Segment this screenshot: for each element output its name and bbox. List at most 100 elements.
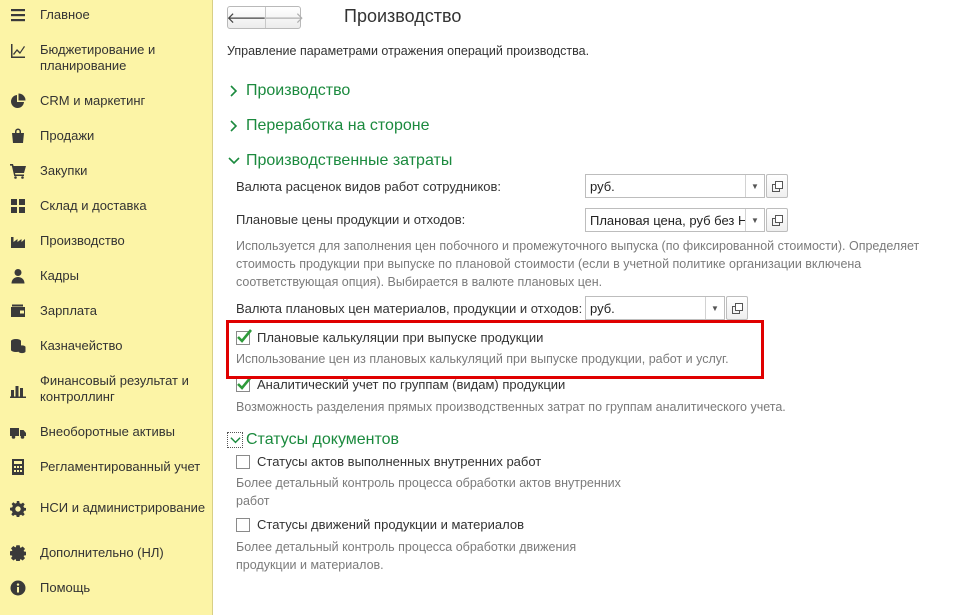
- section-label: Производственные затраты: [246, 152, 453, 169]
- sidebar-item-crm[interactable]: CRM и маркетинг: [0, 92, 213, 110]
- sidebar-item-label: Помощь: [40, 580, 91, 595]
- factory-icon: [9, 232, 27, 250]
- checkbox-label: Статусы движений продукции и материалов: [257, 517, 524, 532]
- sidebar-item-label: Внеоборотные активы: [40, 424, 176, 439]
- info-icon: [9, 579, 27, 597]
- chevron-right-icon: [228, 120, 246, 132]
- analytic-accounting-hint: Возможность разделения прямых производст…: [236, 400, 786, 414]
- section-production-costs[interactable]: Производственные затраты: [228, 152, 452, 170]
- open-window-icon: [771, 214, 783, 226]
- sidebar-item-treasury[interactable]: Казначейство: [0, 337, 213, 355]
- planned-prices-field[interactable]: Плановая цена, руб без Н ▼: [585, 208, 765, 232]
- sidebar-item-salary[interactable]: Зарплата: [0, 302, 213, 320]
- dropdown-arrow-icon[interactable]: ▼: [745, 175, 764, 197]
- sidebar-item-fixed-assets[interactable]: Внеоборотные активы: [0, 423, 213, 441]
- sidebar-item-label: Регламентированный учет: [40, 459, 201, 474]
- dropdown-arrow-icon[interactable]: ▼: [745, 209, 764, 231]
- sidebar-item-label: Склад и доставка: [40, 198, 147, 213]
- sidebar-item-label: Закупки: [40, 163, 88, 178]
- main-panel: 🡐 🡒 Производство Управление параметрами …: [214, 0, 966, 615]
- planned-prices-hint: Используется для заполнения цен побочног…: [236, 239, 920, 289]
- calculator-icon: [9, 458, 27, 476]
- dropdown-arrow-icon[interactable]: ▼: [705, 297, 724, 319]
- chevron-down-icon: [227, 432, 243, 448]
- acts-status-hint: Более детальный контроль процесса обрабо…: [236, 476, 621, 508]
- sidebar-item-financial-result[interactable]: Финансовый результат и контроллинг: [0, 373, 213, 405]
- sidebar-item-label: Бюджетирование и планирование: [40, 42, 156, 73]
- checkbox-label: Статусы актов выполненных внутренних раб…: [257, 454, 542, 469]
- rates-currency-value: руб.: [590, 179, 615, 194]
- open-button[interactable]: [766, 174, 788, 198]
- sidebar-item-warehouse[interactable]: Склад и доставка: [0, 197, 213, 215]
- cart-icon: [9, 162, 27, 180]
- open-button[interactable]: [766, 208, 788, 232]
- pie-icon: [9, 92, 27, 110]
- planned-prices-value: Плановая цена, руб без Н: [590, 213, 745, 228]
- section-label: Переработка на стороне: [246, 117, 430, 134]
- sidebar-item-extra[interactable]: Дополнительно (НЛ): [0, 544, 213, 562]
- planned-prices-label: Плановые цены продукции и отходов:: [236, 212, 466, 227]
- section-outsourcing[interactable]: Переработка на стороне: [228, 117, 429, 135]
- analytic-accounting-checkbox[interactable]: Аналитический учет по группам (видам) пр…: [236, 375, 566, 392]
- sidebar-item-main[interactable]: Главное: [0, 6, 213, 24]
- checkbox-unchecked[interactable]: [236, 517, 250, 532]
- menu-icon: [9, 6, 27, 24]
- planned-currency-field[interactable]: руб. ▼: [585, 296, 725, 320]
- sidebar: Главное Бюджетирование и планирование CR…: [0, 0, 213, 615]
- sidebar-item-nsi-admin[interactable]: НСИ и администрирование: [0, 492, 213, 524]
- app-window: Главное Бюджетирование и планирование CR…: [0, 0, 966, 615]
- sidebar-item-label: Дополнительно (НЛ): [40, 545, 164, 560]
- section-label: Статусы документов: [246, 431, 400, 448]
- sidebar-item-label: Зарплата: [40, 303, 97, 318]
- section-document-statuses[interactable]: Статусы документов: [227, 431, 399, 449]
- history-nav: 🡐 🡒: [226, 6, 304, 29]
- forward-button[interactable]: 🡒: [264, 7, 304, 28]
- gear-outline-icon: [9, 544, 27, 562]
- chevron-right-icon: [228, 85, 246, 97]
- sidebar-item-label: Казначейство: [40, 338, 123, 353]
- sidebar-item-regulated-accounting[interactable]: Регламентированный учет: [0, 458, 213, 476]
- checkbox-checked[interactable]: [236, 375, 253, 392]
- gear-icon: [9, 500, 27, 518]
- open-window-icon: [731, 302, 743, 314]
- section-label: Производство: [246, 82, 351, 99]
- page-description: Управление параметрами отражения операци…: [227, 44, 590, 58]
- sidebar-item-sales[interactable]: Продажи: [0, 127, 213, 145]
- section-production[interactable]: Производство: [228, 82, 350, 100]
- open-window-icon: [771, 180, 783, 192]
- wallet-icon: [9, 302, 27, 320]
- sidebar-item-budgeting[interactable]: Бюджетирование и планирование: [0, 42, 213, 74]
- bag-icon: [9, 127, 27, 145]
- rates-currency-label: Валюта расценок видов работ сотрудников:: [236, 179, 502, 194]
- sidebar-item-label: Производство: [40, 233, 125, 248]
- movements-status-checkbox[interactable]: Статусы движений продукции и материалов: [236, 517, 524, 532]
- acts-status-checkbox[interactable]: Статусы актов выполненных внутренних раб…: [236, 454, 541, 469]
- chart-icon: [9, 42, 27, 60]
- checkbox-label: Аналитический учет по группам (видам) пр…: [257, 377, 566, 392]
- bar-chart-icon: [9, 381, 27, 399]
- sidebar-item-label: Кадры: [40, 268, 79, 283]
- rates-currency-field[interactable]: руб. ▼: [585, 174, 765, 198]
- sidebar-item-hr[interactable]: Кадры: [0, 267, 213, 285]
- person-icon: [9, 267, 27, 285]
- back-button[interactable]: 🡐: [226, 7, 266, 28]
- sidebar-item-label: Финансовый результат и контроллинг: [40, 373, 189, 404]
- highlight-box: [226, 320, 764, 379]
- open-button[interactable]: [726, 296, 748, 320]
- coins-icon: [9, 337, 27, 355]
- checkbox-unchecked[interactable]: [236, 454, 250, 469]
- planned-currency-label: Валюта плановых цен материалов, продукци…: [236, 301, 583, 316]
- sidebar-item-label: CRM и маркетинг: [40, 93, 146, 108]
- truck-icon: [9, 423, 27, 441]
- sidebar-item-label: НСИ и администрирование: [40, 500, 206, 515]
- planned-currency-value: руб.: [590, 301, 615, 316]
- page-title: Производство: [344, 6, 462, 26]
- sidebar-item-purchases[interactable]: Закупки: [0, 162, 213, 180]
- sidebar-item-help[interactable]: Помощь: [0, 579, 213, 597]
- chevron-down-icon: [228, 155, 246, 167]
- sidebar-item-label: Главное: [40, 7, 90, 22]
- movements-status-hint: Более детальный контроль процесса обрабо…: [236, 540, 577, 572]
- sidebar-item-label: Продажи: [40, 128, 95, 143]
- grid-icon: [9, 197, 27, 215]
- sidebar-item-production[interactable]: Производство: [0, 232, 213, 250]
